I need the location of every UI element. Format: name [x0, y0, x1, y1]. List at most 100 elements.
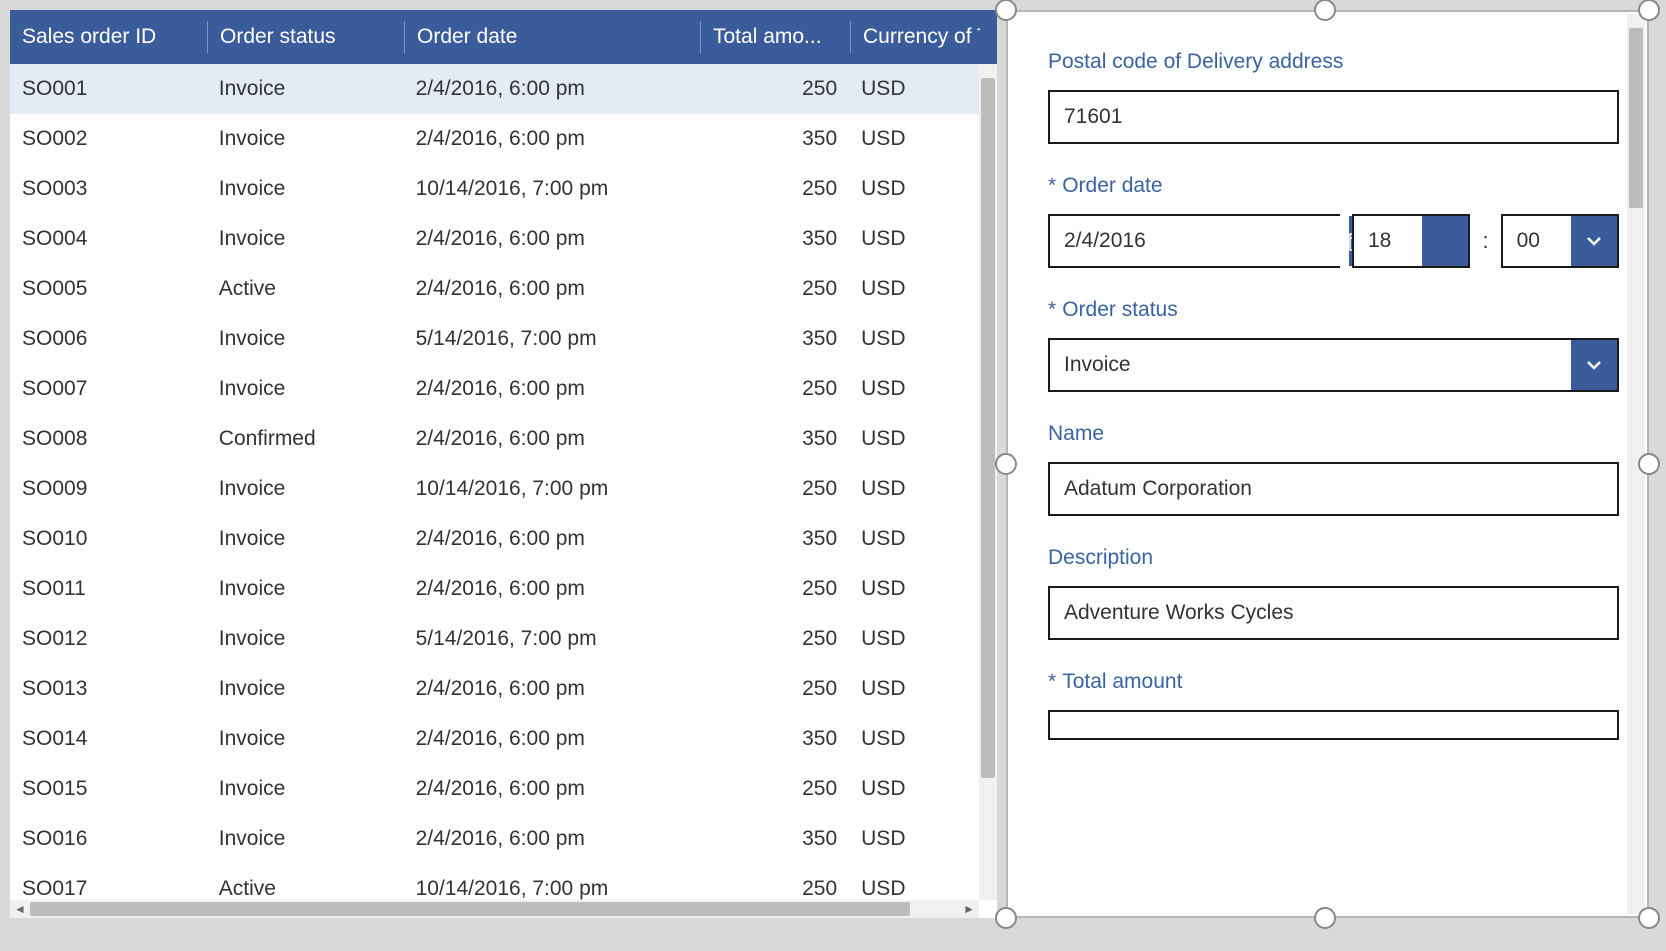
cell-currency: USD	[849, 177, 979, 201]
resize-handle[interactable]	[995, 453, 1017, 475]
table-row[interactable]: SO009Invoice10/14/2016, 7:00 pm250USD	[10, 464, 979, 514]
vertical-scrollbar[interactable]	[979, 64, 997, 900]
hour-dropdown-button[interactable]	[1422, 216, 1468, 266]
resize-handle[interactable]	[995, 907, 1017, 929]
table-row[interactable]: SO016Invoice2/4/2016, 6:00 pm350USD	[10, 814, 979, 864]
order-status-label: *Order status	[1048, 298, 1619, 322]
cell-order-status: Invoice	[207, 577, 404, 601]
table-row[interactable]: SO012Invoice5/14/2016, 7:00 pm250USD	[10, 614, 979, 664]
table-row[interactable]: SO002Invoice2/4/2016, 6:00 pm350USD	[10, 114, 979, 164]
cell-order-id: SO016	[10, 827, 207, 851]
cell-currency: USD	[849, 427, 979, 451]
detail-form-panel: Postal code of Delivery address *Order d…	[1006, 10, 1649, 918]
cell-order-date: 2/4/2016, 6:00 pm	[404, 527, 700, 551]
table-row[interactable]: SO001Invoice2/4/2016, 6:00 pm250USD	[10, 64, 979, 114]
cell-order-id: SO015	[10, 777, 207, 801]
cell-currency: USD	[849, 677, 979, 701]
cell-order-date: 10/14/2016, 7:00 pm	[404, 177, 700, 201]
cell-total-amount: 250	[699, 177, 849, 201]
cell-currency: USD	[849, 577, 979, 601]
cell-order-date: 10/14/2016, 7:00 pm	[404, 877, 700, 900]
horizontal-scrollbar[interactable]: ◄ ►	[10, 900, 979, 918]
scroll-left-icon[interactable]: ◄	[10, 902, 30, 916]
column-header-status[interactable]: Order status	[207, 21, 404, 53]
table-row[interactable]: SO011Invoice2/4/2016, 6:00 pm250USD	[10, 564, 979, 614]
resize-handle[interactable]	[1638, 907, 1660, 929]
form-vertical-scroll-thumb[interactable]	[1629, 28, 1643, 208]
orders-table-panel: Sales order ID Order status Order date T…	[10, 10, 997, 918]
cell-currency: USD	[849, 827, 979, 851]
table-header: Sales order ID Order status Order date T…	[10, 10, 997, 64]
cell-currency: USD	[849, 327, 979, 351]
cell-order-date: 2/4/2016, 6:00 pm	[404, 427, 700, 451]
minute-dropdown-button[interactable]	[1571, 216, 1617, 266]
column-header-id[interactable]: Sales order ID	[10, 21, 207, 53]
table-row[interactable]: SO015Invoice2/4/2016, 6:00 pm250USD	[10, 764, 979, 814]
description-input[interactable]	[1048, 586, 1619, 640]
cell-order-id: SO006	[10, 327, 207, 351]
cell-order-date: 10/14/2016, 7:00 pm	[404, 477, 700, 501]
column-header-amount[interactable]: Total amo...	[700, 21, 850, 53]
resize-handle[interactable]	[1314, 0, 1336, 21]
cell-currency: USD	[849, 777, 979, 801]
name-label: Name	[1048, 422, 1619, 446]
table-row[interactable]: SO004Invoice2/4/2016, 6:00 pm350USD	[10, 214, 979, 264]
resize-handle[interactable]	[995, 0, 1017, 21]
resize-handle[interactable]	[1638, 453, 1660, 475]
chevron-down-icon	[1585, 232, 1603, 250]
table-row[interactable]: SO014Invoice2/4/2016, 6:00 pm350USD	[10, 714, 979, 764]
cell-currency: USD	[849, 727, 979, 751]
table-row[interactable]: SO005Active2/4/2016, 6:00 pm250USD	[10, 264, 979, 314]
cell-order-id: SO014	[10, 727, 207, 751]
cell-order-status: Invoice	[207, 377, 404, 401]
cell-total-amount: 250	[699, 77, 849, 101]
table-row[interactable]: SO017Active10/14/2016, 7:00 pm250USD	[10, 864, 979, 900]
cell-currency: USD	[849, 127, 979, 151]
table-row[interactable]: SO008Confirmed2/4/2016, 6:00 pm350USD	[10, 414, 979, 464]
cell-order-id: SO017	[10, 877, 207, 900]
cell-order-id: SO001	[10, 77, 207, 101]
total-amount-input[interactable]	[1048, 710, 1619, 740]
postal-code-input[interactable]	[1048, 90, 1619, 144]
table-row[interactable]: SO007Invoice2/4/2016, 6:00 pm250USD	[10, 364, 979, 414]
required-marker: *	[1048, 670, 1056, 693]
cell-order-status: Invoice	[207, 627, 404, 651]
resize-handle[interactable]	[1638, 0, 1660, 21]
order-status-select[interactable]	[1050, 340, 1571, 390]
cell-total-amount: 350	[699, 827, 849, 851]
cell-currency: USD	[849, 627, 979, 651]
order-date-input[interactable]	[1050, 216, 1349, 266]
status-dropdown-button[interactable]	[1571, 340, 1617, 390]
description-label: Description	[1048, 546, 1619, 570]
order-hour-select[interactable]	[1354, 216, 1422, 266]
cell-order-id: SO009	[10, 477, 207, 501]
column-header-date[interactable]: Order date	[404, 21, 700, 53]
cell-total-amount: 250	[699, 277, 849, 301]
cell-order-status: Invoice	[207, 527, 404, 551]
cell-order-id: SO005	[10, 277, 207, 301]
cell-total-amount: 350	[699, 327, 849, 351]
table-row[interactable]: SO003Invoice10/14/2016, 7:00 pm250USD	[10, 164, 979, 214]
cell-order-id: SO013	[10, 677, 207, 701]
scroll-right-icon[interactable]: ►	[959, 902, 979, 916]
cell-currency: USD	[849, 527, 979, 551]
cell-order-status: Invoice	[207, 227, 404, 251]
required-marker: *	[1048, 298, 1056, 321]
resize-handle[interactable]	[1314, 907, 1336, 929]
cell-order-status: Invoice	[207, 77, 404, 101]
cell-order-status: Invoice	[207, 177, 404, 201]
column-header-currency[interactable]: Currency of T	[850, 21, 980, 53]
horizontal-scroll-track[interactable]	[30, 900, 959, 918]
cell-order-status: Invoice	[207, 327, 404, 351]
table-row[interactable]: SO010Invoice2/4/2016, 6:00 pm350USD	[10, 514, 979, 564]
horizontal-scroll-thumb[interactable]	[30, 902, 910, 916]
vertical-scroll-thumb[interactable]	[981, 78, 995, 778]
table-row[interactable]: SO006Invoice5/14/2016, 7:00 pm350USD	[10, 314, 979, 364]
table-row[interactable]: SO013Invoice2/4/2016, 6:00 pm250USD	[10, 664, 979, 714]
cell-total-amount: 250	[699, 777, 849, 801]
name-input[interactable]	[1048, 462, 1619, 516]
cell-total-amount: 250	[699, 477, 849, 501]
cell-currency: USD	[849, 77, 979, 101]
total-amount-label: *Total amount	[1048, 670, 1619, 694]
order-minute-select[interactable]	[1503, 216, 1571, 266]
